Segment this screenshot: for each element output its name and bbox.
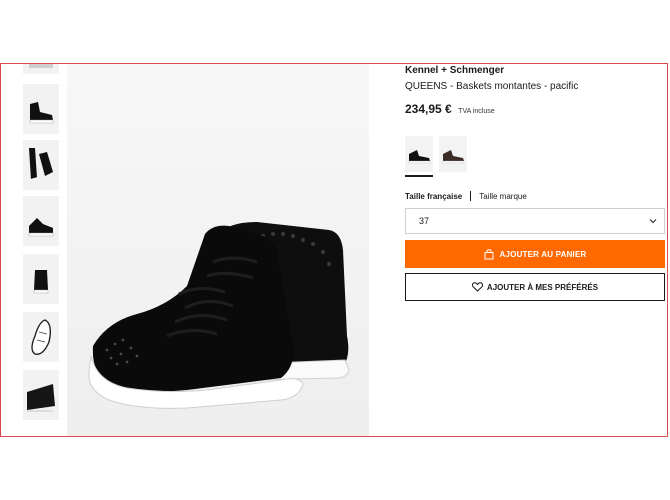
tax-note: TVA incluse [458,108,495,115]
brand-name[interactable]: Kennel + Schmenger [405,65,504,76]
add-to-favorites-button[interactable]: AJOUTER À MES PRÉFÉRÉS [405,273,665,301]
thumbnail-2[interactable] [23,84,59,134]
tab-brand-size[interactable]: Taille marque [479,192,527,201]
shoe-pair-front-icon [23,196,59,246]
shoe-side-icon [23,84,59,134]
thumbnail-6[interactable] [23,312,59,362]
thumbnail-7[interactable] [23,370,59,420]
shoe-partial-icon [23,64,59,74]
thumbnail-5[interactable] [23,254,59,304]
tab-french-size[interactable]: Taille française [405,192,462,201]
heart-icon [471,282,483,292]
add-to-cart-label: AJOUTER AU PANIER [499,249,587,259]
thumbnail-1[interactable] [23,64,59,74]
add-to-favorites-label: AJOUTER À MES PRÉFÉRÉS [486,282,599,292]
price-row: 234,95 € TVA incluse [405,100,495,118]
product-name: QUEENS - Baskets montantes - pacific [405,81,579,92]
tab-separator [470,191,472,201]
color-swatch-black[interactable] [405,136,433,172]
chevron-down-icon [649,219,657,224]
shoe-pair-top-icon [23,140,59,190]
color-swatch-brown[interactable] [439,136,467,172]
shopping-bag-icon [484,248,494,259]
price: 234,95 € [405,102,452,116]
product-page-frame: Kennel + Schmenger QUEENS - Baskets mont… [0,63,668,437]
size-system-tabs: Taille française Taille marque [405,191,527,201]
selected-swatch-indicator [405,175,433,177]
shoe-back-icon [23,254,59,304]
shoe-detail-icon [23,370,59,420]
thumbnail-3[interactable] [23,140,59,190]
size-select[interactable]: 37 [405,208,665,234]
shoe-black-icon [405,136,433,172]
shoe-sole-icon [23,312,59,362]
sneaker-pair-image [67,64,369,436]
main-product-image[interactable] [67,64,369,436]
add-to-cart-button[interactable]: AJOUTER AU PANIER [405,240,665,268]
size-select-value: 37 [419,216,430,226]
thumbnail-4[interactable] [23,196,59,246]
shoe-brown-icon [439,136,467,172]
